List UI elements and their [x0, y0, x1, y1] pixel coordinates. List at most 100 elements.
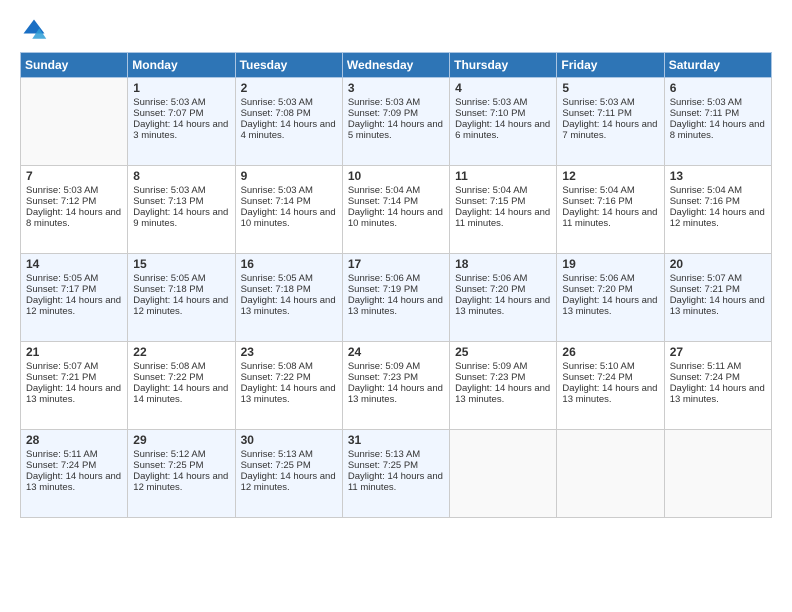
day-number: 27 — [670, 345, 766, 359]
daylight-text: Daylight: 14 hours and 8 minutes. — [26, 207, 121, 229]
calendar-cell: 2 Sunrise: 5:03 AM Sunset: 7:08 PM Dayli… — [235, 78, 342, 166]
daylight-text: Daylight: 14 hours and 13 minutes. — [348, 295, 443, 317]
sunset-text: Sunset: 7:23 PM — [348, 372, 418, 383]
calendar-cell: 1 Sunrise: 5:03 AM Sunset: 7:07 PM Dayli… — [128, 78, 235, 166]
calendar-cell: 26 Sunrise: 5:10 AM Sunset: 7:24 PM Dayl… — [557, 342, 664, 430]
calendar-cell: 17 Sunrise: 5:06 AM Sunset: 7:19 PM Dayl… — [342, 254, 449, 342]
daylight-text: Daylight: 14 hours and 8 minutes. — [670, 119, 765, 141]
day-number: 8 — [133, 169, 229, 183]
sunset-text: Sunset: 7:07 PM — [133, 108, 203, 119]
sunset-text: Sunset: 7:18 PM — [133, 284, 203, 295]
sunset-text: Sunset: 7:11 PM — [670, 108, 740, 119]
sunset-text: Sunset: 7:18 PM — [241, 284, 311, 295]
calendar-cell: 28 Sunrise: 5:11 AM Sunset: 7:24 PM Dayl… — [21, 430, 128, 518]
daylight-text: Daylight: 14 hours and 4 minutes. — [241, 119, 336, 141]
day-number: 19 — [562, 257, 658, 271]
daylight-text: Daylight: 14 hours and 5 minutes. — [348, 119, 443, 141]
calendar-cell: 20 Sunrise: 5:07 AM Sunset: 7:21 PM Dayl… — [664, 254, 771, 342]
sunset-text: Sunset: 7:11 PM — [562, 108, 632, 119]
day-number: 16 — [241, 257, 337, 271]
sunrise-text: Sunrise: 5:11 AM — [26, 449, 98, 460]
day-number: 17 — [348, 257, 444, 271]
sunset-text: Sunset: 7:25 PM — [241, 460, 311, 471]
daylight-text: Daylight: 14 hours and 13 minutes. — [241, 295, 336, 317]
col-header-tuesday: Tuesday — [235, 53, 342, 78]
daylight-text: Daylight: 14 hours and 3 minutes. — [133, 119, 228, 141]
col-header-saturday: Saturday — [664, 53, 771, 78]
calendar-header-row: SundayMondayTuesdayWednesdayThursdayFrid… — [21, 53, 772, 78]
sunrise-text: Sunrise: 5:09 AM — [455, 361, 527, 372]
day-number: 2 — [241, 81, 337, 95]
sunrise-text: Sunrise: 5:07 AM — [670, 273, 742, 284]
day-number: 24 — [348, 345, 444, 359]
sunset-text: Sunset: 7:24 PM — [562, 372, 632, 383]
calendar-cell: 15 Sunrise: 5:05 AM Sunset: 7:18 PM Dayl… — [128, 254, 235, 342]
sunrise-text: Sunrise: 5:03 AM — [241, 185, 313, 196]
day-number: 14 — [26, 257, 122, 271]
day-number: 18 — [455, 257, 551, 271]
col-header-monday: Monday — [128, 53, 235, 78]
sunset-text: Sunset: 7:19 PM — [348, 284, 418, 295]
calendar-cell: 14 Sunrise: 5:05 AM Sunset: 7:17 PM Dayl… — [21, 254, 128, 342]
daylight-text: Daylight: 14 hours and 13 minutes. — [348, 383, 443, 405]
day-number: 29 — [133, 433, 229, 447]
calendar-body: 1 Sunrise: 5:03 AM Sunset: 7:07 PM Dayli… — [21, 78, 772, 518]
daylight-text: Daylight: 14 hours and 13 minutes. — [562, 383, 657, 405]
sunrise-text: Sunrise: 5:03 AM — [670, 97, 742, 108]
sunset-text: Sunset: 7:22 PM — [133, 372, 203, 383]
logo — [20, 16, 52, 44]
calendar-cell: 25 Sunrise: 5:09 AM Sunset: 7:23 PM Dayl… — [450, 342, 557, 430]
sunrise-text: Sunrise: 5:03 AM — [133, 185, 205, 196]
sunset-text: Sunset: 7:08 PM — [241, 108, 311, 119]
day-number: 26 — [562, 345, 658, 359]
daylight-text: Daylight: 14 hours and 9 minutes. — [133, 207, 228, 229]
sunrise-text: Sunrise: 5:04 AM — [455, 185, 527, 196]
calendar-cell: 18 Sunrise: 5:06 AM Sunset: 7:20 PM Dayl… — [450, 254, 557, 342]
day-number: 1 — [133, 81, 229, 95]
calendar-week-row: 7 Sunrise: 5:03 AM Sunset: 7:12 PM Dayli… — [21, 166, 772, 254]
calendar-week-row: 1 Sunrise: 5:03 AM Sunset: 7:07 PM Dayli… — [21, 78, 772, 166]
sunrise-text: Sunrise: 5:04 AM — [562, 185, 634, 196]
calendar-cell: 3 Sunrise: 5:03 AM Sunset: 7:09 PM Dayli… — [342, 78, 449, 166]
daylight-text: Daylight: 14 hours and 11 minutes. — [455, 207, 550, 229]
sunset-text: Sunset: 7:24 PM — [670, 372, 740, 383]
day-number: 4 — [455, 81, 551, 95]
calendar-cell: 7 Sunrise: 5:03 AM Sunset: 7:12 PM Dayli… — [21, 166, 128, 254]
calendar-cell: 27 Sunrise: 5:11 AM Sunset: 7:24 PM Dayl… — [664, 342, 771, 430]
sunset-text: Sunset: 7:10 PM — [455, 108, 525, 119]
sunrise-text: Sunrise: 5:06 AM — [562, 273, 634, 284]
day-number: 22 — [133, 345, 229, 359]
daylight-text: Daylight: 14 hours and 6 minutes. — [455, 119, 550, 141]
day-number: 31 — [348, 433, 444, 447]
day-number: 28 — [26, 433, 122, 447]
col-header-wednesday: Wednesday — [342, 53, 449, 78]
calendar-cell — [664, 430, 771, 518]
sunrise-text: Sunrise: 5:05 AM — [133, 273, 205, 284]
sunrise-text: Sunrise: 5:06 AM — [348, 273, 420, 284]
daylight-text: Daylight: 14 hours and 13 minutes. — [26, 383, 121, 405]
sunset-text: Sunset: 7:20 PM — [455, 284, 525, 295]
sunrise-text: Sunrise: 5:06 AM — [455, 273, 527, 284]
day-number: 9 — [241, 169, 337, 183]
daylight-text: Daylight: 14 hours and 12 minutes. — [26, 295, 121, 317]
calendar-cell: 21 Sunrise: 5:07 AM Sunset: 7:21 PM Dayl… — [21, 342, 128, 430]
sunset-text: Sunset: 7:22 PM — [241, 372, 311, 383]
calendar-cell: 31 Sunrise: 5:13 AM Sunset: 7:25 PM Dayl… — [342, 430, 449, 518]
daylight-text: Daylight: 14 hours and 12 minutes. — [670, 207, 765, 229]
col-header-friday: Friday — [557, 53, 664, 78]
sunset-text: Sunset: 7:24 PM — [26, 460, 96, 471]
day-number: 5 — [562, 81, 658, 95]
sunset-text: Sunset: 7:14 PM — [241, 196, 311, 207]
sunrise-text: Sunrise: 5:05 AM — [26, 273, 98, 284]
sunrise-text: Sunrise: 5:03 AM — [455, 97, 527, 108]
sunset-text: Sunset: 7:21 PM — [26, 372, 96, 383]
calendar-cell — [450, 430, 557, 518]
daylight-text: Daylight: 14 hours and 11 minutes. — [348, 471, 443, 493]
day-number: 21 — [26, 345, 122, 359]
sunset-text: Sunset: 7:12 PM — [26, 196, 96, 207]
sunset-text: Sunset: 7:15 PM — [455, 196, 525, 207]
daylight-text: Daylight: 14 hours and 13 minutes. — [26, 471, 121, 493]
day-number: 3 — [348, 81, 444, 95]
sunrise-text: Sunrise: 5:03 AM — [562, 97, 634, 108]
daylight-text: Daylight: 14 hours and 13 minutes. — [670, 383, 765, 405]
